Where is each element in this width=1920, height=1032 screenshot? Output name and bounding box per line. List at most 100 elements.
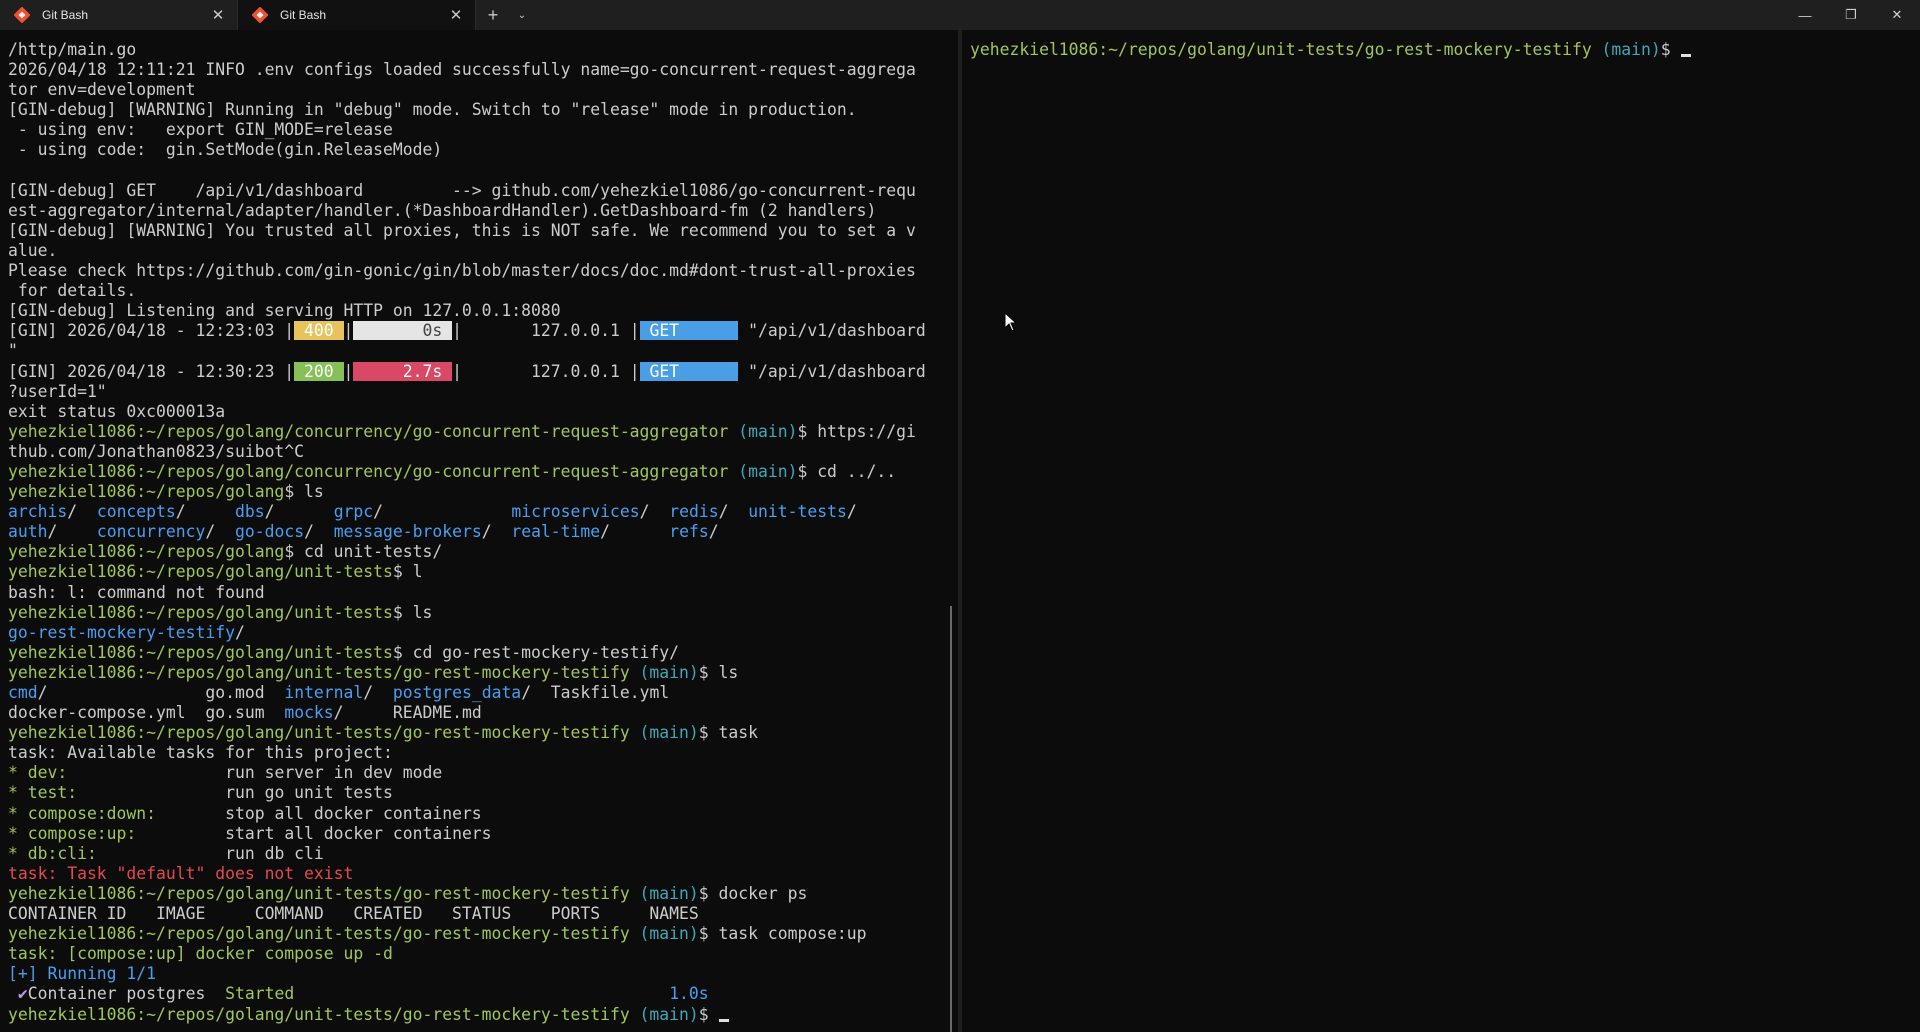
dir-slash: / <box>373 502 512 522</box>
command-text: $ cd ../.. <box>797 461 897 481</box>
output-line: [GIN-debug] [WARNING] You trusted all pr… <box>8 220 916 240</box>
mouse-pointer-icon <box>1004 312 1018 332</box>
dir-slash: / <box>846 502 857 522</box>
command-text: $ ls <box>284 482 324 502</box>
dir-entry: cmd <box>8 683 38 702</box>
elapsed-time: 1.0s <box>669 984 709 1004</box>
prompt-line: yehezkiel1086:~/repos/golang/unit-tests/… <box>8 924 958 944</box>
output-line: task: [compose:up] docker compose up -d <box>8 944 393 964</box>
file-entry: Taskfile.yml <box>550 683 670 702</box>
ls-output-line: cmd/ go.mod internal/ postgres_data/ Tas… <box>8 683 958 703</box>
latency-badge: 2.7s <box>353 361 453 381</box>
prompt-line[interactable]: yehezkiel1086:~/repos/golang/unit-tests/… <box>8 1005 958 1025</box>
task-desc: run go unit tests <box>175 783 393 803</box>
git-branch: (main) <box>629 1004 699 1024</box>
dir-entry: archis <box>8 502 68 522</box>
ls-output-line: auth/ concurrency/ go-docs/ message-brok… <box>8 522 958 542</box>
prompt-path: yehezkiel1086:~/repos/golang/unit-tests <box>8 562 393 582</box>
dir-entry: refs <box>669 522 709 542</box>
prompt-path: yehezkiel1086:~/repos/golang <box>8 482 285 502</box>
chevron-down-icon[interactable]: ⌄ <box>510 0 534 30</box>
dir-entry: concepts <box>96 502 176 522</box>
prompt-path: yehezkiel1086:~/repos/golang/unit-tests/… <box>970 40 1592 59</box>
prompt-line[interactable]: yehezkiel1086:~/repos/golang/unit-tests/… <box>970 40 1920 60</box>
prompt-path: yehezkiel1086:~/repos/golang/unit-tests/… <box>8 1004 630 1024</box>
new-tab-button[interactable]: + <box>476 0 510 30</box>
file-entry: go.sum <box>205 703 285 723</box>
separator: | <box>343 361 354 381</box>
output-line: for details. <box>8 281 137 301</box>
latency-badge: 0s <box>353 321 453 341</box>
ls-output-line: docker-compose.yml go.sum mocks/ README.… <box>8 703 958 723</box>
dir-slash: / <box>639 502 670 522</box>
output-line: [GIN-debug] GET /api/v1/dashboard --> gi… <box>8 180 916 200</box>
dir-entry: message-brokers <box>333 522 482 542</box>
command-text: $ <box>1660 40 1681 59</box>
output-line: alue. <box>8 240 58 260</box>
terminal-pane-right[interactable]: yehezkiel1086:~/repos/golang/unit-tests/… <box>962 30 1920 1032</box>
output-line: ?userId=1" <box>8 381 107 401</box>
prompt-line: yehezkiel1086:~/repos/golang$ cd unit-te… <box>8 542 958 562</box>
prompt-line: yehezkiel1086:~/repos/golang/unit-tests/… <box>8 884 958 904</box>
command-text: $ docker ps <box>698 883 808 903</box>
prompt-path: yehezkiel1086:~/repos/golang/unit-tests/… <box>8 723 630 743</box>
task-name: * test: <box>8 783 176 803</box>
close-window-button[interactable]: ✕ <box>1874 0 1920 30</box>
command-text: $ <box>698 1004 719 1024</box>
check-icon: ✔ <box>8 984 28 1004</box>
dir-slash: / <box>175 502 235 522</box>
window-controls: — ❐ ✕ <box>1782 0 1920 30</box>
output-line: est-aggregator/internal/adapter/handler.… <box>8 200 877 220</box>
git-branch: (main) <box>728 461 798 481</box>
close-tab-icon[interactable]: ✕ <box>447 6 465 24</box>
prompt-path: yehezkiel1086:~/repos/golang <box>8 542 285 562</box>
minimize-button[interactable]: — <box>1782 0 1828 30</box>
tab-git-bash-1[interactable]: Git Bash ✕ <box>0 0 238 30</box>
output-line: 2026/04/18 12:11:21 INFO .env configs lo… <box>8 60 916 80</box>
dir-slash: / <box>718 502 749 522</box>
dir-slash: / <box>264 502 334 522</box>
prompt-path: yehezkiel1086:~/repos/golang/unit-tests <box>8 602 393 622</box>
tab-git-bash-2[interactable]: Git Bash ✕ <box>238 0 476 30</box>
dir-entry: dbs <box>235 502 265 522</box>
prompt-path: yehezkiel1086:~/repos/golang/unit-tests/… <box>8 883 630 903</box>
dir-slash: / <box>600 522 670 542</box>
gin-log-path: "/api/v1/dashboard <box>738 361 926 381</box>
output-line: exit status 0xc000013a <box>8 401 226 421</box>
command-text: $ l <box>392 562 423 582</box>
maximize-button[interactable]: ❐ <box>1828 0 1874 30</box>
scrollbar[interactable] <box>950 606 952 1032</box>
task-line: * test: run go unit tests <box>8 783 958 803</box>
command-text: $ cd go-rest-mockery-testify/ <box>392 642 680 662</box>
status-badge: 400 <box>294 321 344 341</box>
close-tab-icon[interactable]: ✕ <box>209 6 227 24</box>
text-cursor <box>1680 54 1691 57</box>
output-line: [GIN-debug] [WARNING] Running in "debug"… <box>8 100 857 120</box>
prompt-line: yehezkiel1086:~/repos/golang$ ls <box>8 482 958 502</box>
task-name: * compose:up: <box>8 823 176 843</box>
dir-slash: / <box>708 522 719 542</box>
dir-entry: real-time <box>511 522 601 542</box>
command-text: $ cd unit-tests/ <box>284 542 443 562</box>
output-line: [GIN-debug] Listening and serving HTTP o… <box>8 301 561 321</box>
container-status: Started <box>225 984 295 1004</box>
file-entry: docker-compose.yml <box>8 703 206 723</box>
command-text: $ task compose:up <box>698 924 867 944</box>
output-line: CONTAINER ID IMAGE COMMAND CREATED STATU… <box>8 904 699 924</box>
output-line: Please check https://github.com/gin-goni… <box>8 261 916 281</box>
output-line: task: Available tasks for this project: <box>8 743 393 763</box>
dir-entry: internal <box>284 683 364 702</box>
output-line: thub.com/Jonathan0823/suibot^C <box>8 441 305 461</box>
tab-title: Git Bash <box>280 8 327 22</box>
method-badge: GET <box>639 361 739 381</box>
file-entry: go.mod <box>205 683 285 702</box>
terminal-pane-left[interactable]: /http/main.go 2026/04/18 12:11:21 INFO .… <box>0 30 958 1032</box>
dir-slash: / <box>304 522 334 542</box>
output-line: [+] Running 1/1 <box>8 964 157 984</box>
command-text: $ ls <box>698 662 739 682</box>
dir-slash: / <box>67 502 97 522</box>
task-line: * db:cli: run db cli <box>8 844 958 864</box>
task-line: * compose:down: stop all docker containe… <box>8 804 958 824</box>
dir-entry: concurrency <box>96 522 206 542</box>
